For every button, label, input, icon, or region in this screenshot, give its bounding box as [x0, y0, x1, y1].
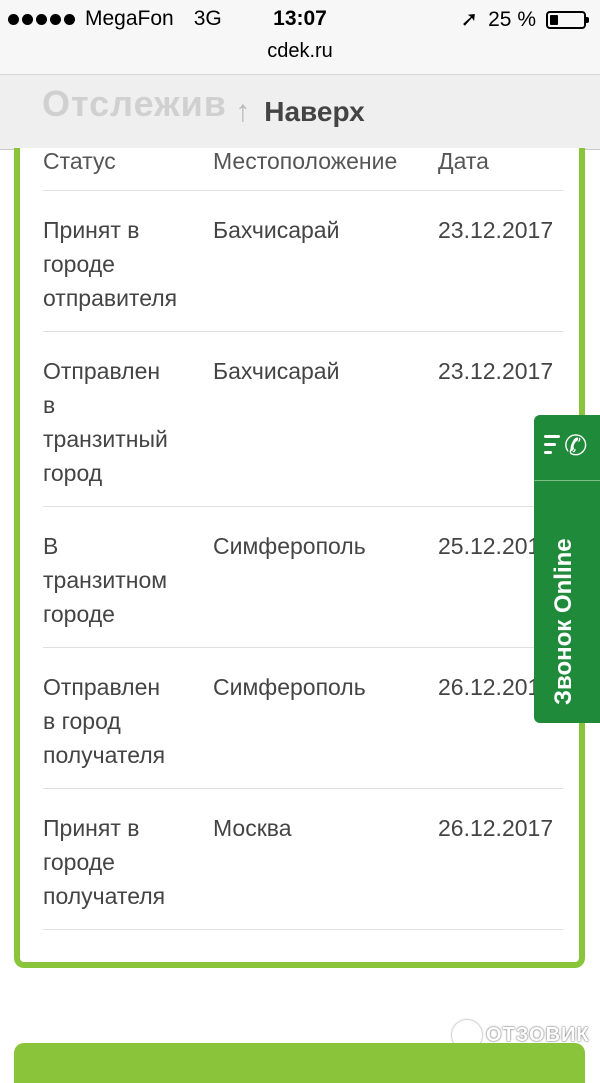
phone-callback-icon: ✆ — [534, 415, 600, 481]
table-row: Принят в городе отправителя Бахчисарай 2… — [43, 191, 563, 332]
scroll-to-top-header[interactable]: Отслежив ↑ Наверх — [0, 74, 600, 150]
cell-location: Симферополь — [213, 533, 366, 559]
header-status: Статус — [43, 148, 116, 174]
table-row: Отправлен в город получателя Симферополь… — [43, 648, 563, 789]
table-row: Принят в городе получателя Москва 26.12.… — [43, 789, 563, 930]
cell-status: Отправлен в город получателя — [43, 674, 166, 768]
table-row: В транзитном городе Симферополь 25.12.20… — [43, 507, 563, 648]
cell-status: Принят в городе получателя — [43, 815, 166, 909]
tracking-card: Статус Местоположение Дата Принят в горо… — [14, 148, 585, 968]
cell-location: Бахчисарай — [213, 358, 340, 384]
cell-date: 23.12.2017 — [438, 217, 554, 243]
scroll-top-label: Наверх — [264, 96, 365, 127]
table-row: Отправлен в транзитный город Бахчисарай … — [43, 332, 563, 507]
callback-label: Звонок Online — [550, 538, 577, 705]
page-heading-behind: Отслежив — [42, 83, 227, 124]
cell-date: 26.12.2017 — [438, 815, 554, 841]
cell-location: Москва — [213, 815, 292, 841]
url-text: cdek.ru — [267, 40, 333, 62]
address-bar[interactable]: cdek.ru — [0, 38, 600, 74]
arrow-up-icon: ↑ — [235, 95, 251, 128]
callback-online-button[interactable]: ✆ Звонок Online — [534, 415, 600, 723]
location-arrow-icon: ➚ — [460, 8, 479, 31]
status-bar: MegaFon 3G 13:07 ➚ 25 % — [0, 0, 600, 38]
battery-icon — [546, 10, 589, 29]
scroll-top-button[interactable]: ↑ Наверх — [235, 95, 365, 129]
battery-percent: 25 % — [488, 7, 536, 31]
cell-status: Отправлен в транзитный город — [43, 358, 168, 486]
cell-location: Симферополь — [213, 674, 366, 700]
cell-status: В транзитном городе — [43, 533, 168, 627]
header-date: Дата — [438, 148, 489, 174]
next-section-card — [14, 1043, 585, 1083]
tracking-table: Статус Местоположение Дата Принят в горо… — [43, 148, 563, 930]
table-header: Статус Местоположение Дата — [43, 148, 563, 191]
header-location: Местоположение — [213, 148, 398, 174]
cell-status: Принят в городе отправителя — [43, 217, 178, 311]
cell-location: Бахчисарай — [213, 217, 340, 243]
